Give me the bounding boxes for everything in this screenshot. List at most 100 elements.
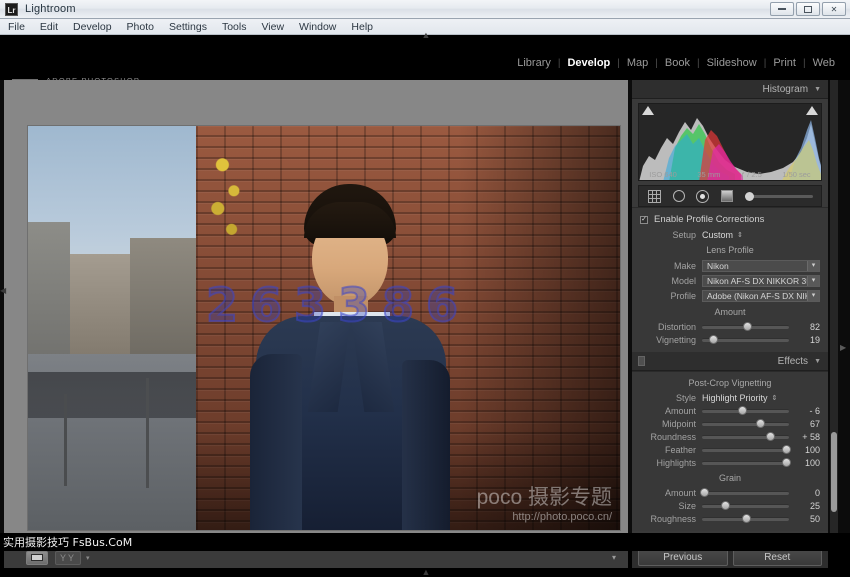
collapse-left-panel-arrow[interactable]: ◀ — [0, 283, 6, 299]
vignette-feather-track[interactable] — [702, 444, 791, 454]
collapse-right-panel-arrow[interactable]: ▶ — [840, 340, 848, 356]
lens-model-select[interactable]: Nikon AF-S DX NIKKOR 35mm... ▾ — [702, 274, 820, 287]
effects-panel-switch[interactable] — [638, 356, 645, 366]
menu-file[interactable]: File — [8, 21, 25, 33]
menu-view[interactable]: View — [261, 21, 284, 33]
vignetting-track[interactable] — [702, 334, 789, 344]
vignetting-knob[interactable] — [709, 334, 719, 344]
vignette-roundness-value: + 58 — [802, 431, 820, 442]
chevron-down-icon[interactable]: ▾ — [807, 290, 819, 301]
vignette-roundness-row[interactable]: Roundness + 58 — [632, 430, 828, 443]
lens-profile-row[interactable]: Profile Adobe (Nikon AF-S DX NIKKO... ▾ — [632, 288, 828, 303]
vignette-amount-row[interactable]: Amount - 6 — [632, 404, 828, 417]
menu-edit[interactable]: Edit — [40, 21, 58, 33]
vignette-style-value[interactable]: Highlight Priority — [702, 393, 768, 403]
module-web[interactable]: Web — [806, 57, 842, 69]
chevron-down-icon[interactable]: ▾ — [807, 275, 819, 286]
grain-amount-track[interactable] — [699, 487, 789, 497]
setup-value[interactable]: Custom — [702, 230, 733, 240]
close-button[interactable]: ✕ — [822, 2, 846, 16]
stepper-icon[interactable]: ⇕ — [737, 231, 743, 239]
checkbox-icon[interactable]: ✓ — [640, 215, 648, 224]
enable-profile-corrections-row[interactable]: ✓ Enable Profile Corrections — [632, 213, 828, 228]
menu-tools[interactable]: Tools — [222, 21, 247, 33]
setup-row[interactable]: Setup Custom ⇕ — [632, 228, 828, 241]
module-print[interactable]: Print — [766, 57, 803, 69]
chevron-down-icon[interactable]: ▼ — [814, 358, 821, 365]
lens-make-row[interactable]: Make Nikon ▾ — [632, 258, 828, 273]
grain-size-knob[interactable] — [721, 500, 731, 510]
toolbar-options-chevron-down-icon[interactable]: ▾ — [612, 553, 616, 562]
collapse-top-panel-arrow[interactable]: ▲ — [418, 31, 434, 40]
vignette-amount-track[interactable] — [702, 405, 789, 415]
maximize-button[interactable] — [796, 2, 820, 16]
photo-building — [28, 222, 70, 372]
red-eye-icon[interactable] — [695, 189, 710, 204]
module-book[interactable]: Book — [658, 57, 697, 69]
module-develop[interactable]: Develop — [560, 57, 617, 69]
exif-focal: 35 mm — [697, 170, 721, 179]
lens-model-row[interactable]: Model Nikon AF-S DX NIKKOR 35mm... ▾ — [632, 273, 828, 288]
crop-overlay-icon[interactable] — [647, 189, 662, 204]
grain-size-row[interactable]: Size 25 — [632, 499, 828, 512]
scrollbar-thumb[interactable] — [831, 432, 837, 512]
grain-roughness-row[interactable]: Roughness 50 — [632, 512, 828, 525]
highlight-clipping-indicator[interactable] — [806, 106, 818, 115]
right-panel-scrollbar[interactable] — [830, 80, 838, 546]
vignette-highlights-knob[interactable] — [781, 457, 791, 467]
module-library[interactable]: Library — [510, 57, 558, 69]
compare-view-button[interactable]: YY — [55, 550, 81, 565]
shadow-clipping-indicator[interactable] — [642, 106, 654, 115]
grain-roughness-knob[interactable] — [741, 513, 751, 523]
lens-profile-label: Profile — [670, 290, 696, 301]
lens-make-select[interactable]: Nikon ▾ — [702, 259, 820, 272]
vignette-midpoint-track[interactable] — [702, 418, 789, 428]
vignette-amount-knob[interactable] — [738, 405, 748, 415]
grain-size-track[interactable] — [702, 500, 789, 510]
menu-help[interactable]: Help — [351, 21, 373, 33]
loupe-view-icon[interactable] — [26, 550, 48, 565]
chevron-down-icon[interactable]: ▾ — [86, 554, 90, 562]
menu-develop[interactable]: Develop — [73, 21, 112, 33]
distortion-slider-row[interactable]: Distortion 82 — [632, 320, 828, 333]
grain-amount-knob[interactable] — [699, 487, 709, 497]
histogram-graph[interactable]: ISO 640 35 mm ƒ / 2.5 1/50 sec — [638, 103, 822, 181]
distortion-knob[interactable] — [743, 321, 753, 331]
vignette-highlights-row[interactable]: Highlights 100 — [632, 456, 828, 469]
window-title: Lightroom — [25, 3, 76, 15]
vignette-roundness-knob[interactable] — [765, 431, 775, 441]
stepper-icon[interactable]: ⇕ — [772, 394, 778, 402]
adjustment-brush-slider[interactable] — [745, 191, 813, 201]
graduated-filter-icon[interactable] — [719, 189, 734, 204]
lens-profile-select[interactable]: Adobe (Nikon AF-S DX NIKKO... ▾ — [702, 289, 820, 302]
distortion-track[interactable] — [702, 321, 789, 331]
vignette-feather-row[interactable]: Feather 100 — [632, 443, 828, 456]
menu-settings[interactable]: Settings — [169, 21, 207, 33]
vignetting-slider-row[interactable]: Vignetting 19 — [632, 333, 828, 346]
chevron-down-icon[interactable]: ▼ — [814, 86, 821, 93]
grain-size-label: Size — [678, 500, 696, 511]
photo-canvas[interactable]: 263386 poco 摄影专题 http://photo.poco.cn/ — [28, 126, 620, 530]
vignette-roundness-label: Roundness — [650, 431, 696, 442]
chevron-down-icon[interactable]: ▾ — [807, 260, 819, 271]
vignette-style-row[interactable]: Style Highlight Priority ⇕ — [632, 391, 828, 404]
module-map[interactable]: Map — [620, 57, 655, 69]
grain-roughness-track[interactable] — [702, 513, 789, 523]
menu-window[interactable]: Window — [299, 21, 336, 33]
collapse-filmstrip-arrow[interactable]: ▲ — [418, 568, 434, 577]
module-slideshow[interactable]: Slideshow — [700, 57, 764, 69]
histogram-panel-header[interactable]: Histogram ▼ — [632, 80, 828, 99]
vignette-roundness-track[interactable] — [702, 431, 789, 441]
vignette-feather-knob[interactable] — [781, 444, 791, 454]
vignette-highlights-track[interactable] — [702, 457, 791, 467]
right-panel: Histogram ▼ ISO 640 35 mm ƒ / 2.5 1/50 s… — [632, 80, 828, 546]
vignette-midpoint-row[interactable]: Midpoint 67 — [632, 417, 828, 430]
lens-model-label: Model — [671, 275, 696, 286]
effects-panel-header[interactable]: Effects ▼ — [632, 352, 828, 371]
minimize-button[interactable] — [770, 2, 794, 16]
menu-photo[interactable]: Photo — [127, 21, 154, 33]
vignette-amount-label: Amount — [664, 405, 696, 416]
spot-removal-icon[interactable] — [671, 189, 686, 204]
vignette-midpoint-knob[interactable] — [756, 418, 766, 428]
grain-amount-row[interactable]: Amount 0 — [632, 486, 828, 499]
